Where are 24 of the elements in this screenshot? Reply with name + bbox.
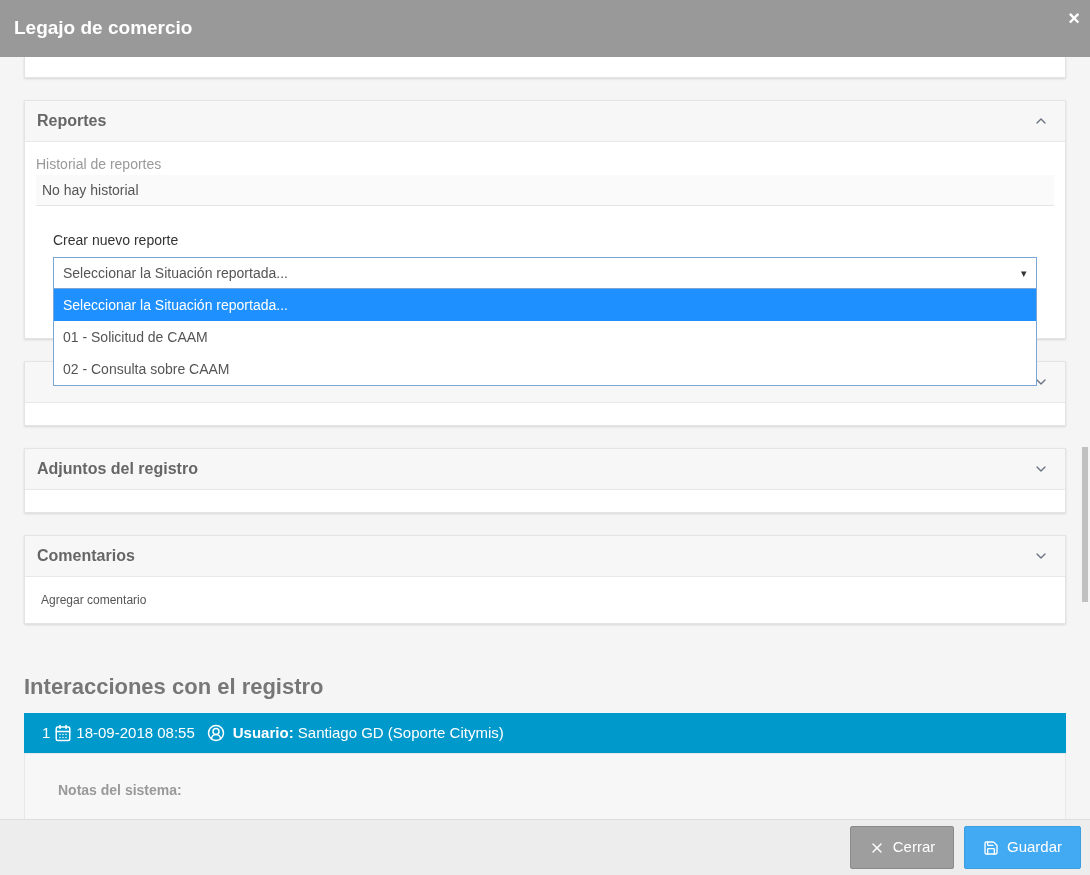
- new-report-label: Crear nuevo reporte: [53, 231, 180, 250]
- situation-select[interactable]: Seleccionar la Situación reportada... ▾: [53, 257, 1037, 289]
- dropdown-option[interactable]: Seleccionar la Situación reportada...: [54, 289, 1036, 321]
- history-empty-row: No hay historial: [36, 175, 1054, 206]
- section-header[interactable]: Reportes: [25, 101, 1065, 142]
- close-button[interactable]: ×: [1068, 8, 1080, 28]
- calendar-icon: [54, 724, 73, 742]
- history-label: Historial de reportes: [36, 155, 163, 174]
- user-icon: [206, 724, 225, 742]
- section-title: Reportes: [37, 111, 107, 131]
- section-header[interactable]: Comentarios: [25, 536, 1065, 577]
- interaction-date: 18-09-2018 08:55: [76, 722, 195, 743]
- scrollbar-thumb[interactable]: [1082, 447, 1088, 602]
- window-title: Legajo de comercio: [14, 16, 193, 41]
- section-header[interactable]: Adjuntos del registro: [25, 449, 1065, 490]
- save-icon: [983, 839, 999, 856]
- section-title: Adjuntos del registro: [37, 459, 198, 479]
- interaction-number: 1: [42, 722, 51, 743]
- interactions-heading: Interacciones con el registro: [24, 673, 325, 701]
- add-comment-link[interactable]: Agregar comentario: [41, 593, 147, 607]
- notes-label: Notas del sistema:: [58, 782, 182, 798]
- interaction-user: Usuario: Santiago GD (Soporte Citymis): [232, 722, 504, 743]
- section-title: Comentarios: [37, 546, 135, 566]
- interaction-header[interactable]: 1 18-09-2018 08:55 Usuario: Santiago GD (Soporte Citymis): [24, 713, 1066, 753]
